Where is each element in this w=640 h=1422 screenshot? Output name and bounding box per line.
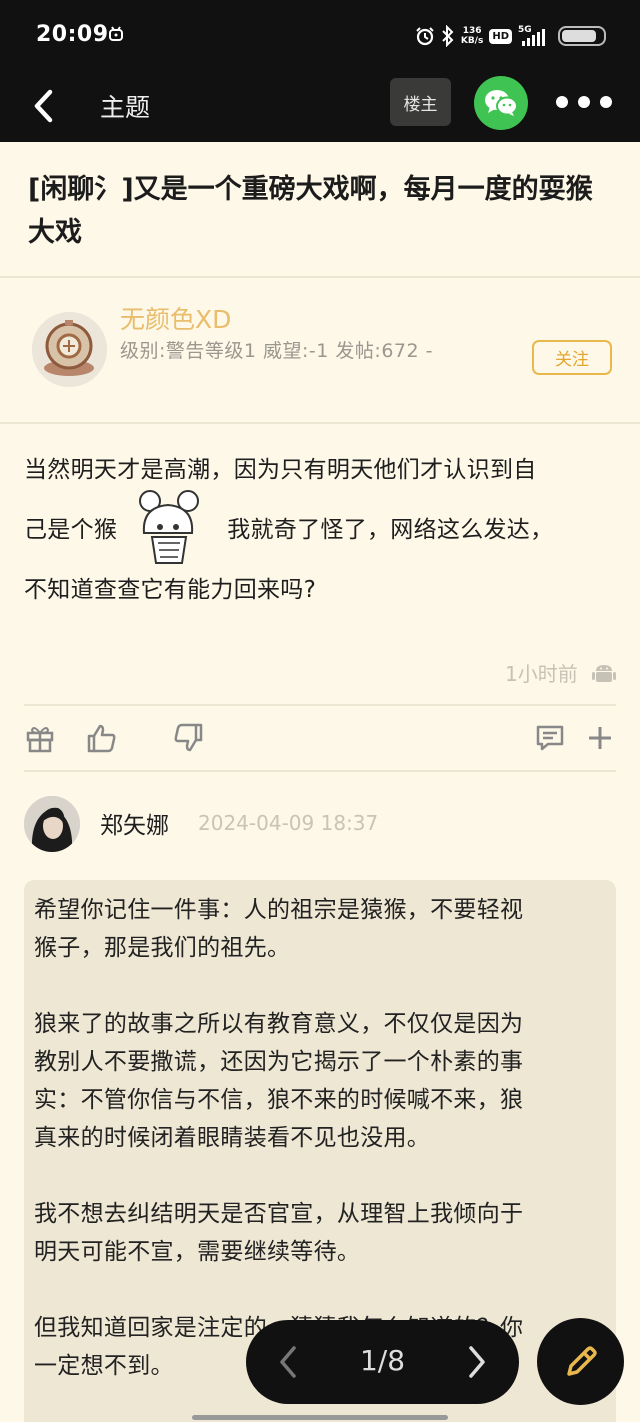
wechat-icon [485, 90, 518, 116]
commenter-avatar[interactable] [24, 796, 80, 852]
back-button[interactable] [28, 86, 62, 126]
author-meta: 级别:警告等级1 威望:-1 发帖:672 - [120, 340, 433, 362]
divider [0, 276, 640, 278]
thumbs-up-icon[interactable] [86, 722, 118, 754]
comment-icon[interactable] [534, 722, 566, 754]
louzhu-filter-button[interactable]: 楼主 [390, 78, 451, 126]
post-text-line: 不知道查查它有能力回来吗? [24, 577, 317, 603]
commenter-name[interactable]: 郑矢娜 [100, 806, 169, 840]
more-options-button[interactable] [556, 94, 612, 110]
signal-icon [522, 29, 545, 46]
more-dot-icon [600, 96, 612, 108]
user-photo-avatar-icon [24, 796, 80, 852]
divider [0, 422, 640, 424]
plus-icon[interactable] [584, 722, 616, 754]
battery-level [562, 30, 596, 42]
status-time: 20:09 [36, 22, 109, 47]
follow-button[interactable]: 关注 [532, 340, 612, 375]
app-notification-icon [109, 26, 123, 41]
app-header: 主题 楼主 [0, 72, 640, 142]
compose-reply-button[interactable] [537, 1318, 624, 1405]
network-speed-value: 136 [462, 26, 482, 36]
author-avatar[interactable] [32, 312, 107, 387]
battery-icon [558, 26, 606, 46]
post-text-line-with-sticker: 己是个猴 我就奇了怪了，网络这么发达， [24, 490, 620, 570]
pencil-icon [566, 1345, 597, 1376]
next-page-button[interactable] [461, 1342, 491, 1382]
page-navigator: 1/8 [246, 1320, 519, 1404]
status-bar: 20:09 136 KB/s HD 5G [0, 0, 640, 72]
post-action-bar [0, 708, 640, 770]
divider [24, 704, 616, 706]
post-text-segment: 我就奇了怪了，网络这么发达， [227, 517, 554, 543]
topic-title: [闲聊氵]又是一个重磅大戏啊，每月一度的耍猴大戏 [28, 174, 593, 248]
hd-badge: HD [489, 28, 512, 44]
signal-indicator: 5G [518, 25, 546, 47]
post-text-line: 当然明天才是高潮，因为只有明天他们才认识到自 [24, 457, 537, 483]
divider [24, 770, 616, 772]
alarm-icon [416, 27, 434, 46]
more-dot-icon [556, 96, 568, 108]
comment-time: 2024-04-09 18:37 [198, 811, 379, 835]
android-icon [592, 665, 616, 682]
more-dot-icon [578, 96, 590, 108]
page-title: 主题 [100, 93, 151, 122]
gift-icon[interactable] [24, 722, 56, 754]
anime-girl-sticker-icon [139, 490, 199, 564]
post-time: 1小时前 [505, 662, 578, 686]
wechat-share-button[interactable] [474, 76, 528, 130]
diving-helmet-avatar-icon [32, 312, 107, 387]
home-indicator[interactable] [192, 1415, 448, 1420]
network-speed: 136 KB/s [461, 26, 483, 46]
thumbs-down-icon[interactable] [172, 722, 204, 754]
bluetooth-icon [442, 25, 454, 47]
comment-text: 希望你记住一件事：人的祖宗是猿猴，不要轻视 猴子，那是我们的祖先。 狼来了的故事… [34, 897, 524, 1379]
post-text-segment: 己是个猴 [24, 517, 118, 543]
status-indicators: 136 KB/s HD 5G [415, 22, 606, 50]
network-speed-unit: KB/s [460, 36, 484, 46]
post-body: 当然明天才是高潮，因为只有明天他们才认识到自 己是个猴 我就奇了怪了，网络这么发达… [24, 450, 620, 610]
author-name[interactable]: 无颜色XD [120, 300, 231, 336]
